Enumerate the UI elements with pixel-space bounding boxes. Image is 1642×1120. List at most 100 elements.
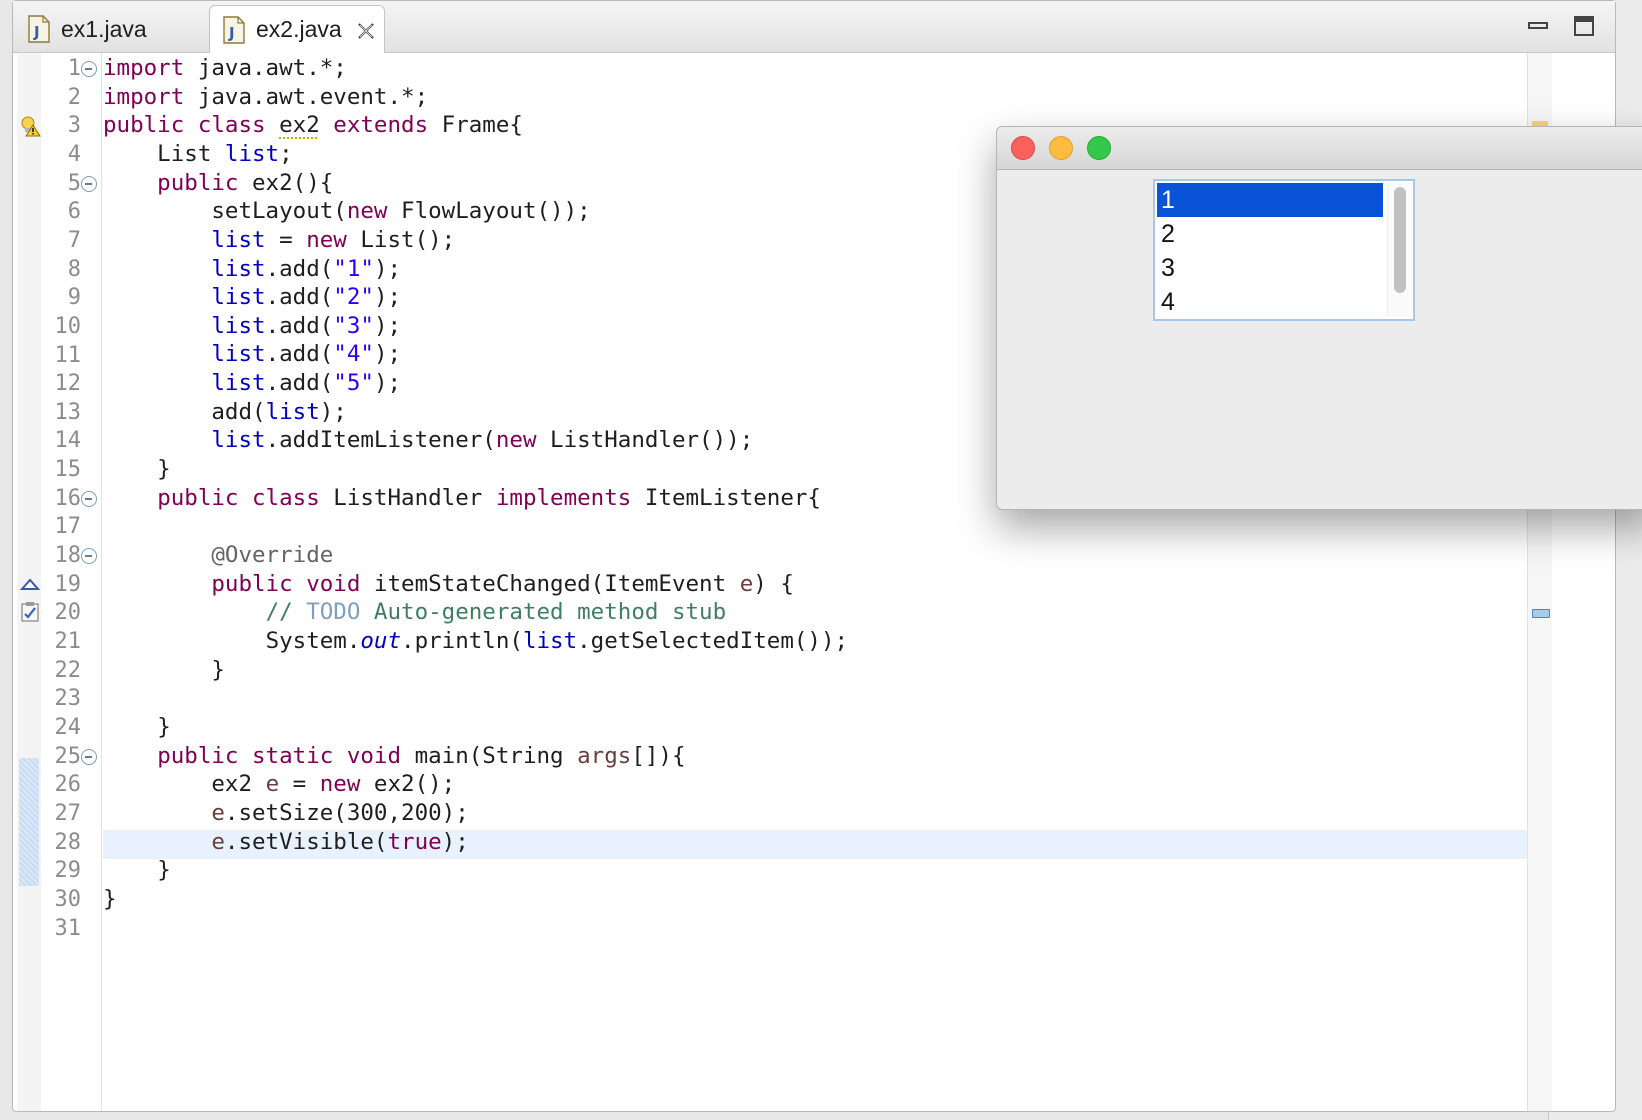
field: list: [211, 370, 266, 396]
fold-toggle-icon[interactable]: [81, 61, 97, 77]
code-line[interactable]: public static void main(String args[]){: [103, 742, 686, 771]
code-line[interactable]: e.setSize(300,200);: [103, 799, 468, 828]
scrollbar-thumb[interactable]: [1394, 187, 1406, 293]
close-window-button[interactable]: [1011, 136, 1035, 160]
line-number: 3: [67, 113, 81, 139]
list-item[interactable]: 3: [1157, 251, 1383, 285]
code-line[interactable]: }: [103, 713, 171, 742]
code-text: ex2: [211, 771, 266, 797]
keyword: class: [197, 112, 266, 138]
code-line[interactable]: }: [103, 885, 117, 914]
list-item[interactable]: 4: [1157, 285, 1383, 319]
keyword: new: [495, 427, 537, 453]
line-number: 6: [67, 199, 81, 225]
awt-list[interactable]: 1 2 3 4: [1153, 179, 1415, 321]
line-number: 2: [67, 84, 81, 110]
code-line[interactable]: public void itemStateChanged(ItemEvent e…: [103, 570, 794, 599]
string-literal: "5": [333, 370, 374, 396]
close-icon[interactable]: [356, 20, 376, 40]
code-text: Frame{: [428, 112, 523, 138]
keyword: new: [319, 771, 361, 797]
code-text: .add(: [265, 313, 334, 339]
code-line[interactable]: list.add("1");: [103, 255, 401, 284]
code-text: main(String: [401, 743, 578, 769]
code-line[interactable]: public class ex2 extends Frame{: [103, 111, 523, 140]
keyword: class: [252, 485, 320, 511]
tab-ex1-java[interactable]: J ex1.java: [15, 5, 203, 53]
code-line[interactable]: System.out.println(list.getSelectedItem(…: [103, 627, 849, 656]
code-line[interactable]: list = new List();: [103, 226, 455, 255]
tab-label: ex1.java: [61, 15, 147, 42]
code-text: setLayout(: [103, 198, 347, 224]
line-number: 7: [67, 227, 81, 253]
code-line[interactable]: }: [103, 455, 171, 484]
code-text: );: [373, 284, 402, 310]
list-item[interactable]: 2: [1157, 217, 1383, 251]
zoom-window-button[interactable]: [1087, 136, 1111, 160]
line-number: 16: [54, 485, 82, 511]
code-text: []){: [631, 743, 686, 769]
line-number: 18: [54, 543, 82, 569]
code-line[interactable]: }: [103, 856, 171, 885]
line-number: 12: [54, 371, 82, 397]
code-line[interactable]: e.setVisible(true);: [103, 828, 468, 857]
keyword: void: [346, 743, 402, 769]
line-number: 22: [54, 657, 82, 683]
list-item[interactable]: 1: [1157, 183, 1383, 217]
code-line[interactable]: list.addItemListener(new ListHandler());: [103, 426, 753, 455]
code-line[interactable]: import java.awt.event.*;: [103, 83, 428, 112]
line-number: 9: [67, 285, 81, 311]
fold-toggle-icon[interactable]: [81, 749, 97, 765]
code-line[interactable]: setLayout(new FlowLayout());: [103, 197, 590, 226]
line-number: 24: [54, 714, 82, 740]
task-icon[interactable]: [19, 601, 41, 623]
list-scrollbar[interactable]: [1387, 183, 1412, 317]
code-line[interactable]: import java.awt.*;: [103, 54, 347, 83]
line-number: 1: [67, 56, 81, 81]
code-text: }: [157, 714, 171, 740]
minimize-icon[interactable]: [1525, 13, 1551, 39]
line-number: 14: [54, 428, 82, 454]
code-line[interactable]: add(list);: [103, 398, 346, 427]
code-line[interactable]: }: [103, 656, 225, 685]
line-number: 26: [54, 772, 82, 798]
code-line[interactable]: list.add("5");: [103, 369, 401, 398]
awt-frame-window[interactable]: 1 2 3 4: [996, 126, 1642, 510]
tab-ex2-java[interactable]: J ex2.java: [209, 5, 385, 53]
code-line[interactable]: list.add("3");: [103, 312, 401, 341]
code-text: }: [103, 886, 117, 912]
comment: //: [265, 599, 307, 625]
line-number: 10: [54, 313, 82, 339]
code-line[interactable]: @Override: [103, 541, 333, 570]
code-text: List();: [346, 227, 456, 253]
field: list: [522, 628, 578, 654]
code-line[interactable]: ex2 e = new ex2();: [103, 770, 455, 799]
fold-toggle-icon[interactable]: [81, 491, 97, 507]
line-number: 29: [54, 858, 82, 884]
code-text: );: [373, 341, 402, 367]
fold-toggle-icon[interactable]: [81, 548, 97, 564]
line-number: 25: [54, 743, 82, 769]
code-line[interactable]: list.add("2");: [103, 283, 401, 312]
minimize-window-button[interactable]: [1049, 136, 1073, 160]
code-line[interactable]: // TODO Auto-generated method stub: [103, 598, 727, 627]
code-text: itemStateChanged(ItemEvent: [360, 571, 740, 597]
code-line[interactable]: public class ListHandler implements Item…: [103, 484, 821, 513]
window-titlebar[interactable]: [997, 127, 1642, 170]
code-line[interactable]: List list;: [103, 140, 292, 169]
task-marker[interactable]: [1532, 609, 1550, 618]
code-text: .addItemListener(: [265, 427, 496, 453]
code-text: =: [279, 771, 320, 797]
warning-lightbulb-icon[interactable]: [19, 115, 41, 137]
line-number: 27: [54, 800, 82, 826]
comment: Auto-generated method stub: [360, 599, 727, 625]
maximize-icon[interactable]: [1571, 13, 1597, 39]
svg-text:J: J: [228, 24, 235, 42]
code-line[interactable]: list.add("4");: [103, 340, 401, 369]
line-number: 23: [54, 686, 82, 712]
fold-toggle-icon[interactable]: [81, 176, 97, 192]
field: list: [211, 227, 266, 253]
code-line[interactable]: public ex2(){: [103, 169, 333, 198]
override-triangle-icon[interactable]: [19, 573, 41, 595]
code-text: ListHandler());: [536, 427, 754, 453]
